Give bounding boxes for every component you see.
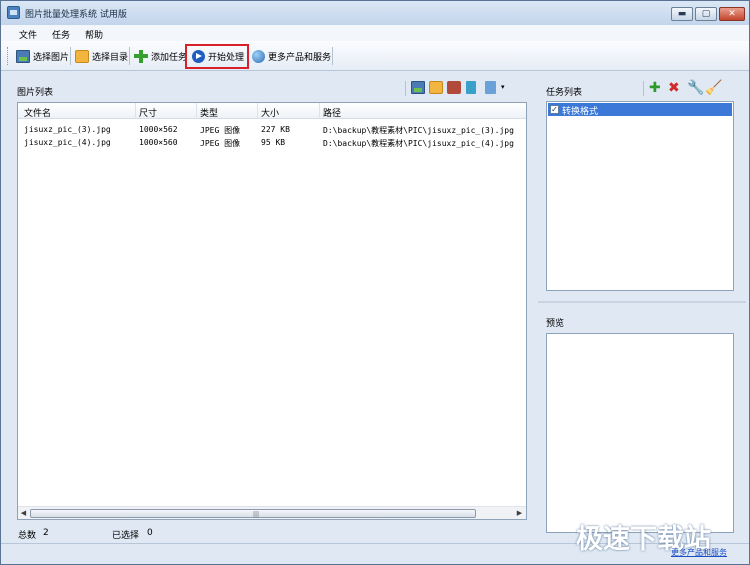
cell-path: D:\backup\教程素材\PIC\jisuxz_pic_(4).jpg — [323, 139, 514, 148]
cell-path: D:\backup\教程素材\PIC\jisuxz_pic_(3).jpg — [323, 126, 514, 135]
list-item[interactable]: ✓ 转换格式 — [548, 103, 732, 117]
horizontal-scrollbar[interactable]: ◀ ||| ▶ — [18, 506, 526, 519]
list-header: 文件名 尺寸 类型 大小 路径 — [18, 103, 526, 119]
column-divider[interactable] — [135, 103, 136, 119]
column-type[interactable]: 类型 — [200, 106, 218, 119]
column-path[interactable]: 路径 — [323, 106, 341, 119]
selected-count-label: 已选择 — [112, 531, 140, 541]
preview-label: 预览 — [546, 319, 565, 329]
list-view-icon[interactable] — [485, 81, 496, 94]
task-list-label: 任务列表 — [546, 88, 583, 98]
toolbar-separator — [70, 47, 71, 65]
image-list-view[interactable]: 文件名 尺寸 类型 大小 路径 jisuxz_pic_(3).jpg 1000×… — [17, 102, 527, 520]
close-button[interactable]: ✕ — [719, 7, 745, 21]
cell-size: 95 KB — [261, 138, 286, 147]
trash-icon[interactable] — [466, 81, 476, 94]
image-icon — [16, 49, 30, 63]
minimize-button[interactable]: ▬ — [671, 7, 693, 21]
cell-dimensions: 1000×562 — [139, 125, 178, 134]
add-icon — [134, 49, 148, 63]
menu-help[interactable]: 帮助 — [85, 28, 103, 41]
preview-area — [546, 333, 734, 533]
column-filename[interactable]: 文件名 — [24, 106, 51, 119]
cell-filename: jisuxz_pic_(4).jpg — [24, 138, 111, 147]
table-row[interactable]: jisuxz_pic_(4).jpg 1000×560 JPEG 图像 95 K… — [18, 136, 526, 149]
select-image-label: 选择图片 — [33, 52, 70, 63]
task-label: 转换格式 — [562, 107, 599, 117]
add-task-button[interactable]: 添加任务 — [134, 47, 187, 65]
image-list-label: 图片列表 — [17, 88, 54, 98]
wrench-icon[interactable]: 🔧 — [687, 81, 704, 95]
task-checkbox[interactable]: ✓ — [550, 105, 559, 114]
add-task-icon[interactable]: ✚ — [649, 81, 661, 95]
maximize-button[interactable]: ▢ — [695, 7, 717, 21]
cell-type: JPEG 图像 — [200, 139, 241, 148]
more-products-label: 更多产品和服务 — [268, 52, 332, 63]
dropdown-arrow-icon[interactable]: ▾ — [501, 81, 509, 94]
delete-task-icon[interactable]: ✖ — [668, 81, 680, 95]
app-window: 图片批量处理系统 试用版 ▬ ▢ ✕ 文件 任务 帮助 选择图片 选择目录 添加… — [0, 0, 750, 565]
cell-size: 227 KB — [261, 125, 290, 134]
window-title: 图片批量处理系统 试用版 — [25, 10, 127, 20]
panel-divider[interactable] — [538, 301, 746, 303]
toolbar-grip — [7, 47, 10, 65]
column-divider[interactable] — [196, 103, 197, 119]
globe-icon — [252, 49, 265, 63]
cell-filename: jisuxz_pic_(3).jpg — [24, 125, 111, 134]
task-list-box[interactable]: ✓ 转换格式 — [546, 101, 734, 291]
open-folder-icon[interactable] — [429, 81, 443, 94]
total-count-label: 总数 — [18, 531, 37, 541]
select-folder-label: 选择目录 — [92, 52, 129, 63]
scroll-right-arrow-icon[interactable]: ▶ — [515, 509, 524, 518]
more-products-button[interactable]: 更多产品和服务 — [252, 47, 331, 65]
more-products-link[interactable]: 更多产品和服务 — [671, 547, 727, 558]
menu-file[interactable]: 文件 — [19, 28, 37, 41]
select-folder-button[interactable]: 选择目录 — [75, 47, 128, 65]
scrollbar-grip-icon: ||| — [253, 511, 260, 518]
toolbar: 选择图片 选择目录 添加任务 开始处理 更多产品和服务 — [1, 41, 749, 71]
selected-count-value: 0 — [147, 528, 153, 538]
start-button-highlight — [185, 44, 249, 69]
view-thumbnail-icon[interactable] — [411, 81, 425, 94]
folder-icon — [75, 49, 89, 63]
table-row[interactable]: jisuxz_pic_(3).jpg 1000×562 JPEG 图像 227 … — [18, 123, 526, 136]
total-count-value: 2 — [43, 528, 49, 538]
scrollbar-thumb[interactable]: ||| — [30, 509, 476, 518]
column-divider[interactable] — [257, 103, 258, 119]
remove-image-icon[interactable] — [447, 81, 461, 94]
menu-task[interactable]: 任务 — [52, 28, 70, 41]
broom-icon[interactable]: 🧹 — [705, 81, 722, 95]
scroll-left-arrow-icon[interactable]: ◀ — [19, 509, 28, 518]
select-image-button[interactable]: 选择图片 — [16, 47, 69, 65]
toolbar-separator — [129, 47, 130, 65]
column-dimensions[interactable]: 尺寸 — [139, 106, 157, 119]
add-task-label: 添加任务 — [151, 52, 188, 63]
column-divider[interactable] — [319, 103, 320, 119]
task-tools-separator — [643, 81, 644, 96]
menu-bar: 文件 任务 帮助 — [1, 25, 749, 41]
cell-type: JPEG 图像 — [200, 126, 241, 135]
app-icon — [7, 6, 20, 19]
title-bar: 图片批量处理系统 试用版 ▬ ▢ ✕ — [1, 1, 749, 25]
list-tools-separator — [405, 81, 406, 96]
toolbar-separator — [332, 47, 333, 65]
column-size[interactable]: 大小 — [261, 106, 279, 119]
cell-dimensions: 1000×560 — [139, 138, 178, 147]
